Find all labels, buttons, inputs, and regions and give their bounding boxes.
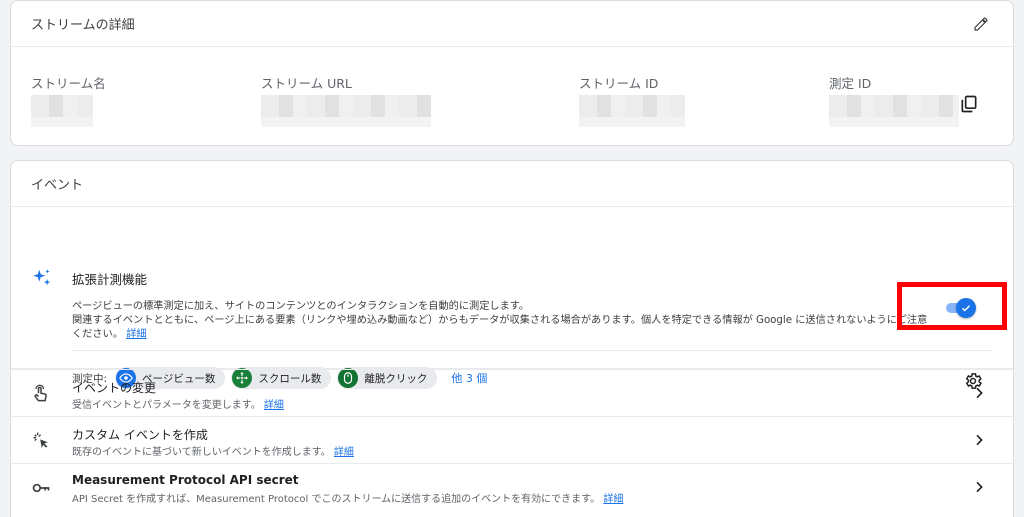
details-link[interactable]: 詳細: [334, 447, 354, 458]
stream-details-title: ストリームの詳細: [31, 18, 135, 33]
copy-icon[interactable]: [959, 94, 983, 118]
redacted-value: [261, 117, 431, 127]
desc-line: 関連するイベントとともに、ページ上にある要素（リンクや埋め込み動画など）からもデ…: [72, 315, 928, 326]
field-label: ストリーム ID: [579, 76, 659, 91]
events-header: イベント: [11, 161, 1013, 207]
events-card: イベント 拡張計測機能 ページビューの標準測定に加え、サイトのコンテンツとのイン…: [10, 160, 1015, 517]
redacted-value: [261, 95, 431, 117]
desc-line: ください。 詳細: [72, 328, 952, 342]
chevron-right-icon: [971, 432, 987, 452]
click-icon: [31, 431, 51, 455]
key-icon: [31, 478, 51, 502]
row-description: API Secret を作成すれば、Measurement Protocol で…: [72, 490, 623, 505]
redacted-value: [31, 117, 93, 127]
divider: [72, 350, 993, 351]
field-stream-url: ストリーム URL: [261, 73, 431, 127]
edit-icon[interactable]: [969, 12, 993, 36]
details-link[interactable]: 詳細: [264, 400, 284, 411]
redacted-value: [829, 117, 959, 127]
field-measurement-id: 測定 ID: [829, 73, 959, 127]
row-title: イベントの変更: [72, 381, 157, 395]
enhanced-measurement-toggle[interactable]: [942, 298, 978, 318]
row-title: カスタム イベントを作成: [72, 428, 208, 442]
chevron-right-icon: [971, 479, 987, 499]
row-desc-text: API Secret を作成すれば、Measurement Protocol で…: [72, 494, 601, 505]
field-label: 測定 ID: [829, 76, 872, 91]
toggle-knob: [956, 298, 976, 318]
desc-line-end: ください。: [72, 329, 123, 340]
details-link[interactable]: 詳細: [603, 494, 623, 505]
row-desc-text: 受信イベントとパラメータを変更します。: [72, 400, 261, 411]
redacted-value: [579, 117, 685, 127]
row-modify-events[interactable]: イベントの変更 受信イベントとパラメータを変更します。 詳細: [11, 369, 1015, 416]
redacted-value: [579, 95, 685, 117]
desc-line: ページビューの標準測定に加え、サイトのコンテンツとのインタラクションを自動的に測…: [72, 301, 530, 312]
details-link[interactable]: 詳細: [126, 329, 146, 340]
stream-details-header: ストリームの詳細: [11, 1, 1013, 47]
enhanced-measurement-section: 拡張計測機能 ページビューの標準測定に加え、サイトのコンテンツとのインタラクショ…: [11, 207, 1013, 389]
row-description: 受信イベントとパラメータを変更します。 詳細: [72, 396, 284, 411]
events-title: イベント: [31, 178, 84, 193]
chevron-right-icon: [971, 385, 987, 405]
row-description: 既存のイベントに基づいて新しいイベントを作成します。 詳細: [72, 443, 354, 458]
toggle-highlight-box: [897, 282, 1007, 330]
field-stream-id: ストリーム ID: [579, 73, 685, 127]
enhanced-measurement-title: 拡張計測機能: [72, 272, 148, 287]
row-desc-text: 既存のイベントに基づいて新しいイベントを作成します。: [72, 447, 331, 458]
stream-fields: ストリーム名 ストリーム URL ストリーム ID 測定 ID: [11, 47, 1013, 146]
row-title: Measurement Protocol API secret: [72, 473, 299, 487]
check-icon: [960, 299, 972, 318]
row-create-custom-event[interactable]: カスタム イベントを作成 既存のイベントに基づいて新しいイベントを作成します。 …: [11, 416, 1015, 463]
row-measurement-protocol[interactable]: Measurement Protocol API secret API Secr…: [11, 463, 1015, 510]
field-label: ストリーム URL: [261, 76, 352, 91]
touch-icon: [31, 384, 51, 408]
sparkle-icon: [31, 267, 53, 293]
stream-details-card: ストリームの詳細 ストリーム名 ストリーム URL ストリーム ID 測定 ID: [10, 0, 1014, 146]
redacted-value: [829, 95, 959, 117]
redacted-value: [31, 95, 93, 117]
enhanced-measurement-description: ページビューの標準測定に加え、サイトのコンテンツとのインタラクションを自動的に測…: [72, 300, 952, 342]
field-stream-name: ストリーム名: [31, 73, 106, 127]
field-label: ストリーム名: [31, 76, 106, 91]
